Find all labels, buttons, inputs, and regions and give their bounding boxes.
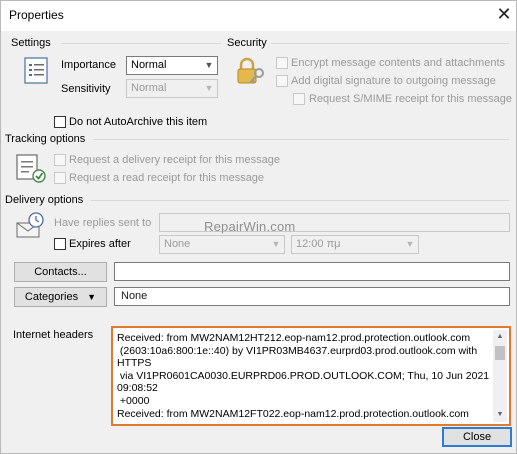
categories-value: None: [121, 290, 148, 302]
chevron-down-icon: ▼: [204, 60, 214, 70]
tracking-divider: [93, 139, 509, 140]
message-settings-icon: [24, 57, 48, 84]
close-button[interactable]: Close: [442, 427, 512, 447]
read-receipt-checkbox[interactable]: [54, 172, 66, 184]
scroll-thumb[interactable]: [495, 346, 505, 360]
settings-divider: [61, 43, 221, 44]
importance-label: Importance: [61, 59, 117, 71]
title-bar: Properties ✕: [1, 1, 516, 31]
tracking-check-icon: [16, 154, 46, 183]
read-receipt-label: Request a read receipt for this message: [69, 172, 265, 184]
categories-button-label: Categories: [24, 291, 79, 303]
scroll-down-icon[interactable]: ▼: [493, 408, 507, 422]
chevron-down-icon: ▼: [271, 239, 281, 249]
internet-headers-text: Received: from MW2NAM12HT212.eop-nam12.p…: [117, 332, 490, 420]
autoarchive-checkbox[interactable]: [54, 116, 66, 128]
sensitivity-select[interactable]: Normal ▼: [126, 79, 218, 98]
contacts-input[interactable]: [114, 262, 510, 281]
encrypt-label: Encrypt message contents and attachments: [291, 57, 506, 69]
delivery-divider: [91, 200, 509, 201]
watermark: RepairWin.com: [204, 219, 296, 234]
digital-signature-label: Add digital signature to outgoing messag…: [291, 75, 496, 87]
expires-date-value: None: [164, 238, 191, 250]
expires-checkbox[interactable]: [54, 238, 66, 250]
expires-date-select[interactable]: None ▼: [159, 235, 285, 254]
internet-headers-label: Internet headers: [13, 329, 94, 341]
delivery-icon: [16, 212, 44, 238]
importance-select[interactable]: Normal ▼: [126, 56, 218, 75]
dropdown-arrow-icon: ▼: [87, 292, 97, 302]
close-icon[interactable]: ✕: [494, 4, 514, 24]
replies-label: Have replies sent to: [54, 217, 152, 229]
categories-input[interactable]: None: [114, 287, 510, 306]
security-divider: [269, 43, 509, 44]
headers-scrollbar[interactable]: ▲ ▼: [493, 330, 507, 422]
security-section-label: Security: [227, 37, 271, 49]
chevron-down-icon: ▼: [204, 83, 214, 93]
importance-value: Normal: [131, 59, 167, 71]
delivery-receipt-checkbox[interactable]: [54, 154, 66, 166]
contacts-button[interactable]: Contacts...: [14, 262, 107, 282]
autoarchive-label: Do not AutoArchive this item: [69, 116, 208, 128]
sensitivity-value: Normal: [131, 82, 167, 94]
smime-receipt-label: Request S/MIME receipt for this message: [309, 93, 512, 105]
encrypt-checkbox[interactable]: [276, 57, 288, 69]
delivery-section-label: Delivery options: [5, 194, 88, 206]
properties-dialog: Properties ✕ Settings Importance Normal …: [0, 0, 517, 454]
expires-time-value: 12:00 πμ: [296, 238, 341, 250]
sensitivity-label: Sensitivity: [61, 83, 111, 95]
expires-label: Expires after: [69, 238, 131, 250]
digital-signature-checkbox[interactable]: [276, 75, 288, 87]
tracking-section-label: Tracking options: [5, 133, 90, 145]
settings-section-label: Settings: [11, 37, 55, 49]
scroll-up-icon[interactable]: ▲: [493, 330, 507, 344]
categories-button[interactable]: Categories ▼: [14, 287, 107, 307]
chevron-down-icon: ▼: [405, 239, 415, 249]
delivery-receipt-label: Request a delivery receipt for this mess…: [69, 154, 280, 166]
window-title: Properties: [9, 8, 64, 22]
lock-key-icon: [237, 57, 264, 84]
smime-receipt-checkbox[interactable]: [293, 93, 305, 105]
expires-time-select[interactable]: 12:00 πμ ▼: [291, 235, 419, 254]
internet-headers-box[interactable]: Received: from MW2NAM12HT212.eop-nam12.p…: [111, 326, 511, 426]
